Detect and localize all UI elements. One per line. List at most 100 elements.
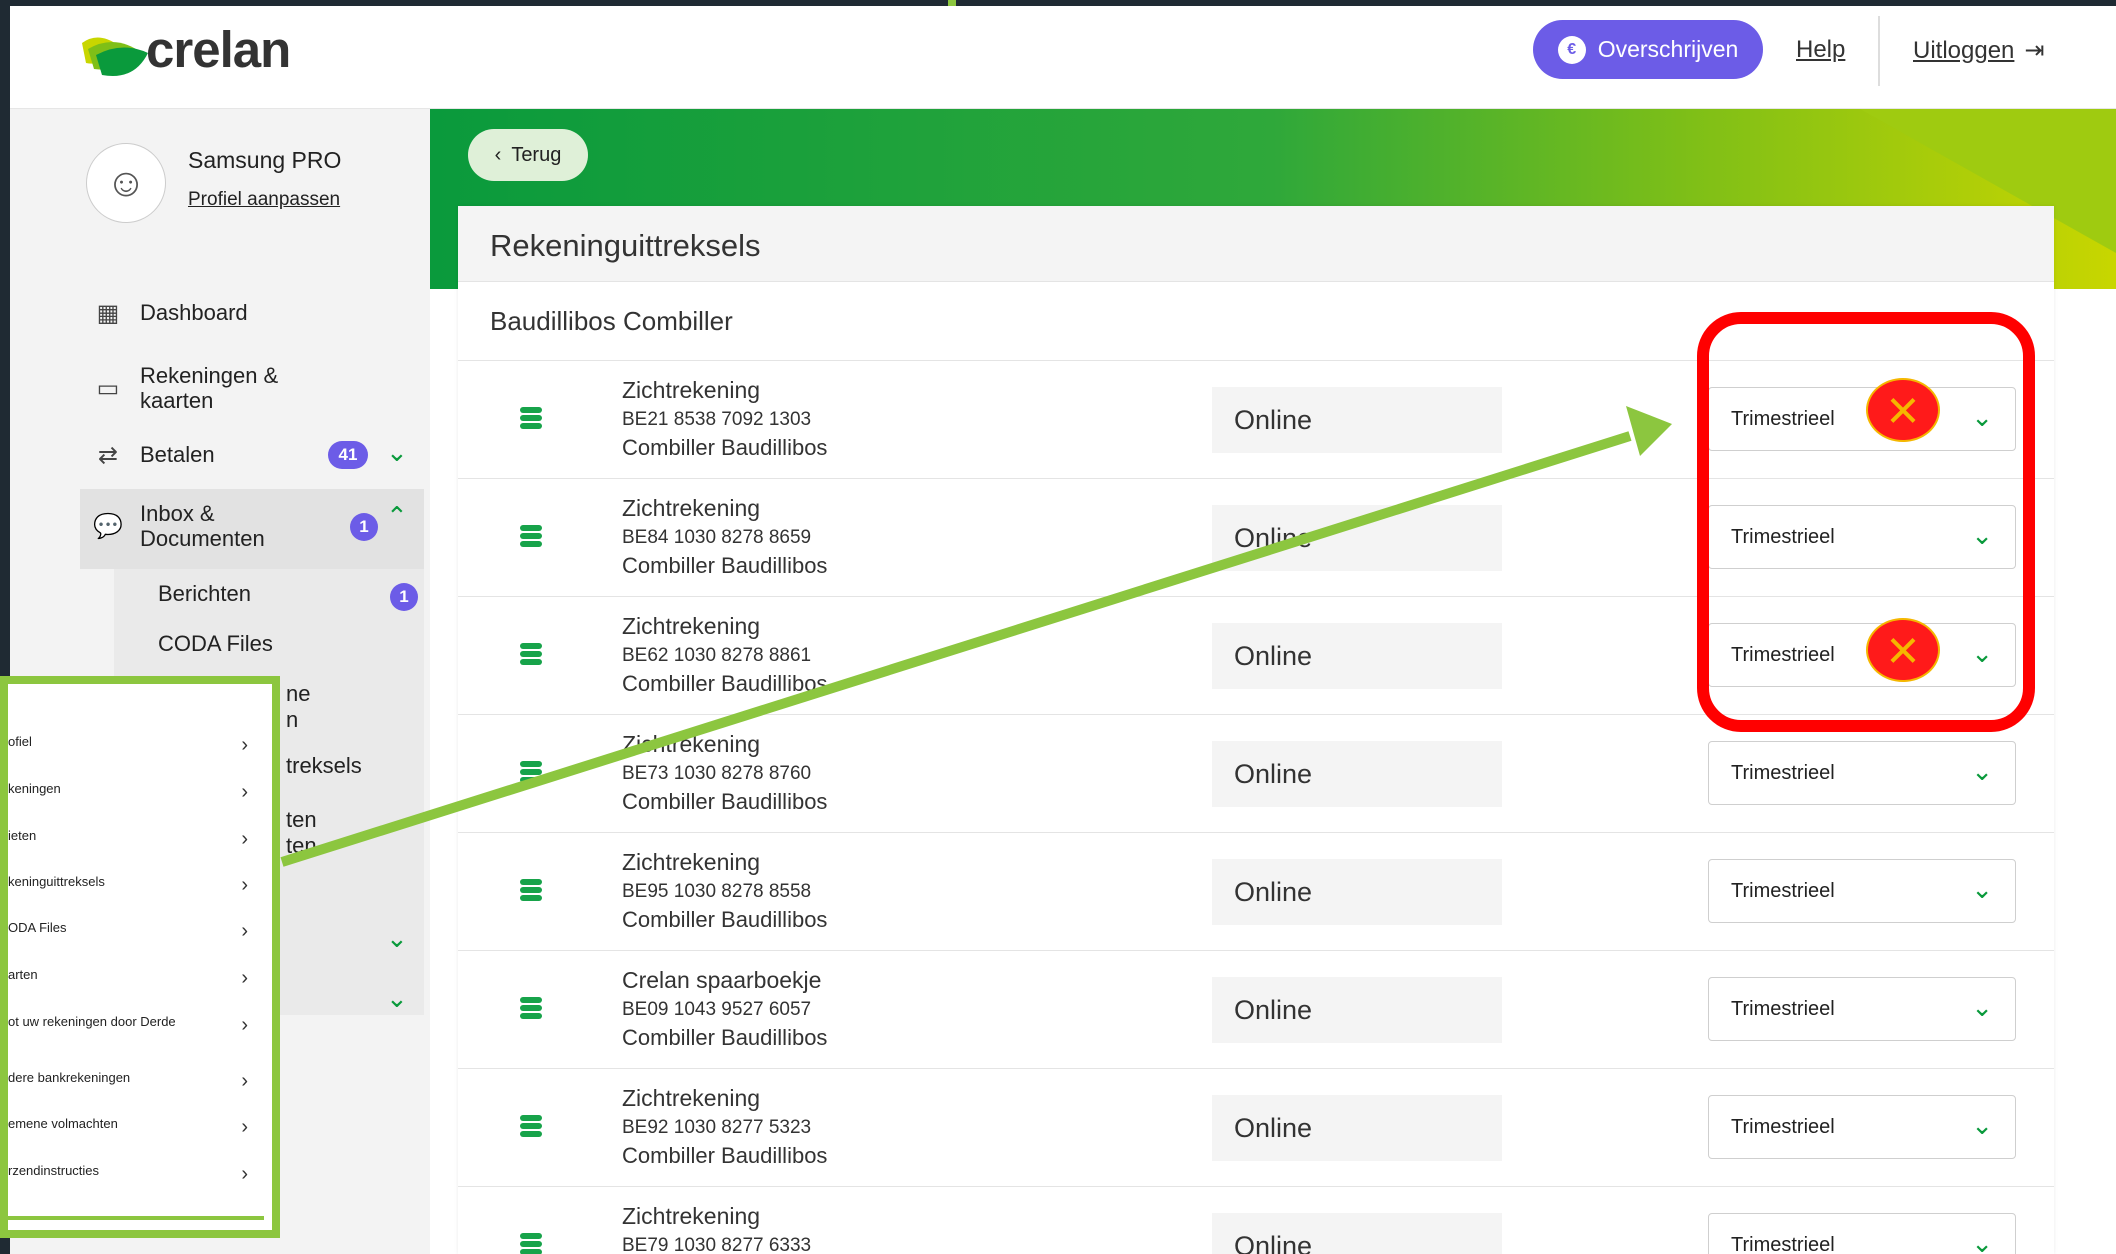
delivery-status: Online [1212, 1213, 1502, 1254]
account-type: Zichtrekening [622, 377, 761, 403]
chevron-right-icon: › [241, 874, 248, 896]
popup-menu-item-label: ot uw rekeningen door Derde [8, 1014, 176, 1029]
frequency-select[interactable]: Trimestrieel ⌄ [1708, 1095, 2016, 1159]
chevron-right-icon: › [241, 1163, 248, 1185]
sidebar-item-inbox[interactable]: 💬 Inbox & Documenten [90, 501, 265, 551]
crelan-logo[interactable]: crelan [78, 20, 291, 83]
popup-menu-item-label: keningen [8, 781, 61, 796]
popup-menu-item[interactable]: rzendinstructies › [8, 1163, 248, 1186]
annotation-red-box [1697, 312, 2035, 732]
sidebar-item-label: Betalen [140, 442, 215, 467]
chevron-right-icon: › [241, 734, 248, 756]
popup-menu-item[interactable]: ofiel › [8, 734, 248, 757]
account-type: Zichtrekening [622, 1203, 761, 1229]
frequency-select[interactable]: Trimestrieel ⌄ [1708, 859, 2016, 923]
popup-menu-item[interactable]: emene volmachten › [8, 1116, 248, 1139]
chevron-down-icon[interactable]: ⌄ [386, 923, 408, 954]
user-name: Samsung PRO [188, 147, 342, 173]
chevron-right-icon: › [241, 1014, 248, 1036]
frequency-select[interactable]: Trimestrieel ⌄ [1708, 1213, 2016, 1254]
inbox-count-badge: 1 [350, 513, 378, 541]
chevron-down-icon: ⌄ [1971, 992, 1993, 1022]
account-holder: Combiller Baudillibos [622, 789, 828, 814]
popup-menu-item[interactable]: ODA Files › [8, 920, 248, 943]
sidebar-subitem-partial[interactable]: ten [286, 833, 317, 859]
logout-link[interactable]: Uitloggen ⇥ [1913, 36, 2045, 65]
popup-menu-item[interactable]: keningen › [8, 781, 248, 804]
account-holder: Combiller Baudillibos [622, 907, 828, 932]
account-row: Zichtrekening BE92 1030 8277 5323 Combille… [458, 1068, 2054, 1186]
delivery-status: Online [1212, 387, 1502, 453]
account-iban: BE84 1030 8278 8659 [622, 527, 812, 548]
sidebar-item-label: Rekeningen & [140, 363, 279, 388]
logout-icon: ⇥ [2024, 37, 2045, 64]
card-header: Rekeninguittreksels [458, 206, 2054, 282]
account-holder-title: Baudillibos Combiller [490, 306, 733, 336]
coins-icon [520, 761, 542, 785]
popup-menu-item[interactable]: ot uw rekeningen door Derde › [8, 1014, 248, 1037]
coins-icon [520, 525, 542, 549]
account-iban: BE09 1043 9527 6057 [622, 999, 812, 1020]
account-row: Crelan spaarboekje BE09 1043 9527 6057 Com… [458, 950, 2054, 1068]
account-iban: BE73 1030 8278 8760 [622, 763, 812, 784]
chevron-down-icon[interactable]: ⌄ [386, 983, 408, 1014]
popup-menu-item[interactable]: ieten › [8, 828, 248, 851]
account-holder: Combiller Baudillibos [622, 553, 828, 578]
back-label: Terug [511, 143, 562, 166]
sidebar-item-label: kaarten [140, 388, 214, 413]
delivery-status: Online [1212, 859, 1502, 925]
sidebar-subitem-messages[interactable]: Berichten [158, 581, 251, 607]
sidebar-subitem-coda-files[interactable]: CODA Files [158, 631, 273, 657]
account-type: Zichtrekening [622, 613, 761, 639]
sidebar-subitem-partial[interactable]: ten [286, 807, 317, 833]
account-type: Zichtrekening [622, 495, 761, 521]
chevron-right-icon: › [241, 828, 248, 850]
sidebar-item-label: Documenten [140, 526, 265, 551]
chevron-left-icon: ‹ [494, 143, 502, 166]
popup-menu-item-label: ODA Files [8, 920, 67, 935]
popup-menu-item-label: ieten [8, 828, 37, 843]
account-iban: BE21 8538 7092 1303 [622, 409, 812, 430]
chevron-up-icon[interactable]: ⌃ [386, 501, 408, 532]
popup-menu-item[interactable]: keninguittreksels › [8, 874, 248, 897]
transfer-button[interactable]: € Overschrijven [1533, 20, 1763, 79]
account-type: Zichtrekening [622, 849, 761, 875]
edit-profile-link[interactable]: Profiel aanpassen [188, 189, 340, 211]
account-iban: BE95 1030 8278 8558 [622, 881, 812, 902]
back-button[interactable]: ‹ Terug [468, 129, 588, 181]
popup-menu-item[interactable]: dere bankrekeningen › [8, 1070, 248, 1093]
chevron-right-icon: › [241, 781, 248, 803]
avatar: ☺ [86, 143, 166, 223]
popup-menu-item-label: rzendinstructies [8, 1163, 100, 1178]
frequency-value: Trimestrieel [1731, 1233, 1835, 1254]
popup-menu-item-label: ofiel [8, 734, 32, 749]
coins-icon [520, 407, 542, 431]
screenshot-stage: crelan € Overschrijven Help Uitloggen ⇥ … [0, 0, 2116, 1254]
sidebar-item-dashboard[interactable]: ▦ Dashboard [90, 297, 248, 329]
help-link[interactable]: Help [1796, 36, 1845, 64]
account-iban: BE62 1030 8278 8861 [622, 645, 812, 666]
popup-menu-item[interactable]: arten › [8, 967, 248, 990]
chevron-down-icon: ⌄ [1971, 874, 1993, 904]
page-title: Rekeninguittreksels [490, 228, 761, 263]
account-holder: Combiller Baudillibos [622, 435, 828, 460]
sidebar-item-label: Inbox & [140, 501, 215, 526]
sidebar-item-label: Dashboard [140, 300, 248, 325]
frequency-select[interactable]: Trimestrieel ⌄ [1708, 977, 2016, 1041]
delivery-status: Online [1212, 741, 1502, 807]
annotation-popup-menu: ofiel › keningen › ieten › keninguittreksels › O… [0, 676, 280, 1238]
delivery-status: Online [1212, 977, 1502, 1043]
frequency-select[interactable]: Trimestrieel ⌄ [1708, 741, 2016, 805]
sidebar-subitem-statements[interactable]: treksels [286, 753, 362, 779]
chevron-right-icon: › [241, 1116, 248, 1138]
sidebar-item-payments[interactable]: ⇄ Betalen [90, 439, 215, 471]
account-iban: BE79 1030 8277 6333 [622, 1235, 812, 1254]
chevron-right-icon: › [241, 1070, 248, 1092]
top-bar: crelan € Overschrijven Help Uitloggen ⇥ [10, 6, 2116, 109]
sidebar-item-accounts[interactable]: ▭ Rekeningen & kaarten [90, 363, 279, 413]
account-type: Crelan spaarboekje [622, 967, 822, 993]
chevron-down-icon[interactable]: ⌄ [386, 437, 408, 468]
annotation-x-icon: × [1866, 618, 1940, 682]
sidebar-subitem-partial[interactable]: ne [286, 681, 310, 707]
sidebar-subitem-partial[interactable]: n [286, 707, 298, 733]
